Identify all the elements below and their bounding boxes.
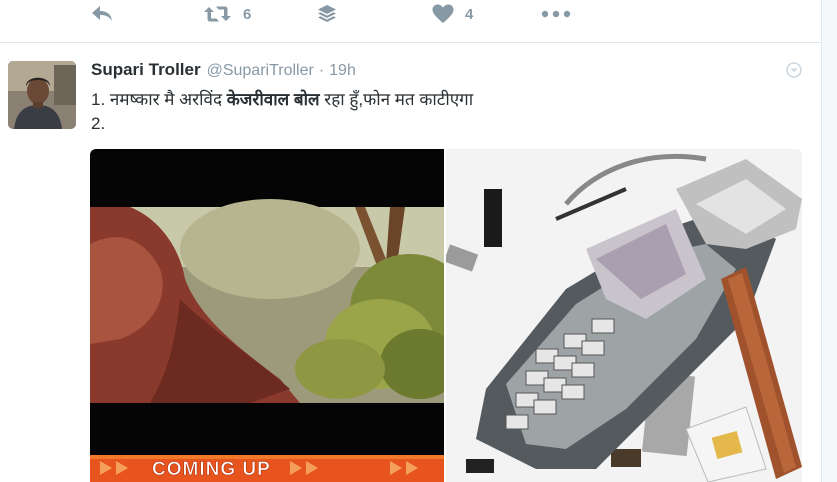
reply-button[interactable]	[90, 2, 114, 26]
line1-suffix: रहा हुँ,फोन मत काटीएगा	[319, 90, 474, 109]
more-options-button[interactable]	[541, 2, 571, 26]
avatar-image	[8, 61, 76, 129]
banner-text: COMING UP	[152, 459, 271, 480]
tweet-text: 1. नमष्कार मै अरविंद केजरीवाल बोल रहा हु…	[91, 88, 473, 136]
author-username[interactable]: @SupariTroller	[207, 62, 314, 80]
retweet-icon	[204, 6, 231, 22]
tweet-media[interactable]: COMING UP	[90, 149, 802, 482]
tweet-header: Supari Troller @SupariTroller · 19h	[91, 60, 356, 82]
tweet-line-1: 1. नमष्कार मै अरविंद केजरीवाल बोल रहा हु…	[91, 88, 473, 112]
like-button[interactable]: 4	[431, 2, 473, 26]
line1-bold: केजरीवाल बोल	[226, 90, 320, 109]
tweet-options-caret[interactable]	[786, 62, 802, 83]
header-separator: ·	[318, 62, 325, 79]
author-fullname[interactable]: Supari Troller	[91, 60, 201, 80]
tweet-timestamp[interactable]: 19h	[329, 62, 356, 80]
more-dots-icon	[541, 10, 571, 18]
add-to-moment-button[interactable]	[316, 2, 338, 26]
media-photo-broken-phone[interactable]	[443, 149, 802, 482]
reply-icon	[92, 6, 112, 21]
retweet-count: 6	[243, 5, 252, 23]
page-background-strip	[822, 0, 837, 482]
previous-tweet-actions: 6 4	[0, 0, 837, 40]
line1-prefix: 1. नमष्कार मै अरविंद	[91, 90, 227, 109]
dropdown-caret-icon	[786, 62, 802, 78]
media-photo-tv-still[interactable]: COMING UP	[90, 149, 470, 482]
stack-icon	[318, 5, 336, 22]
tv-still-image: COMING UP	[90, 149, 470, 482]
tweet-line-2: 2.	[91, 114, 106, 133]
avatar[interactable]	[8, 61, 76, 129]
retweet-button[interactable]: 6	[203, 2, 251, 26]
tweet-divider	[0, 42, 822, 43]
heart-icon	[432, 4, 454, 23]
like-count: 4	[465, 5, 474, 23]
broken-phone-image	[443, 149, 802, 482]
